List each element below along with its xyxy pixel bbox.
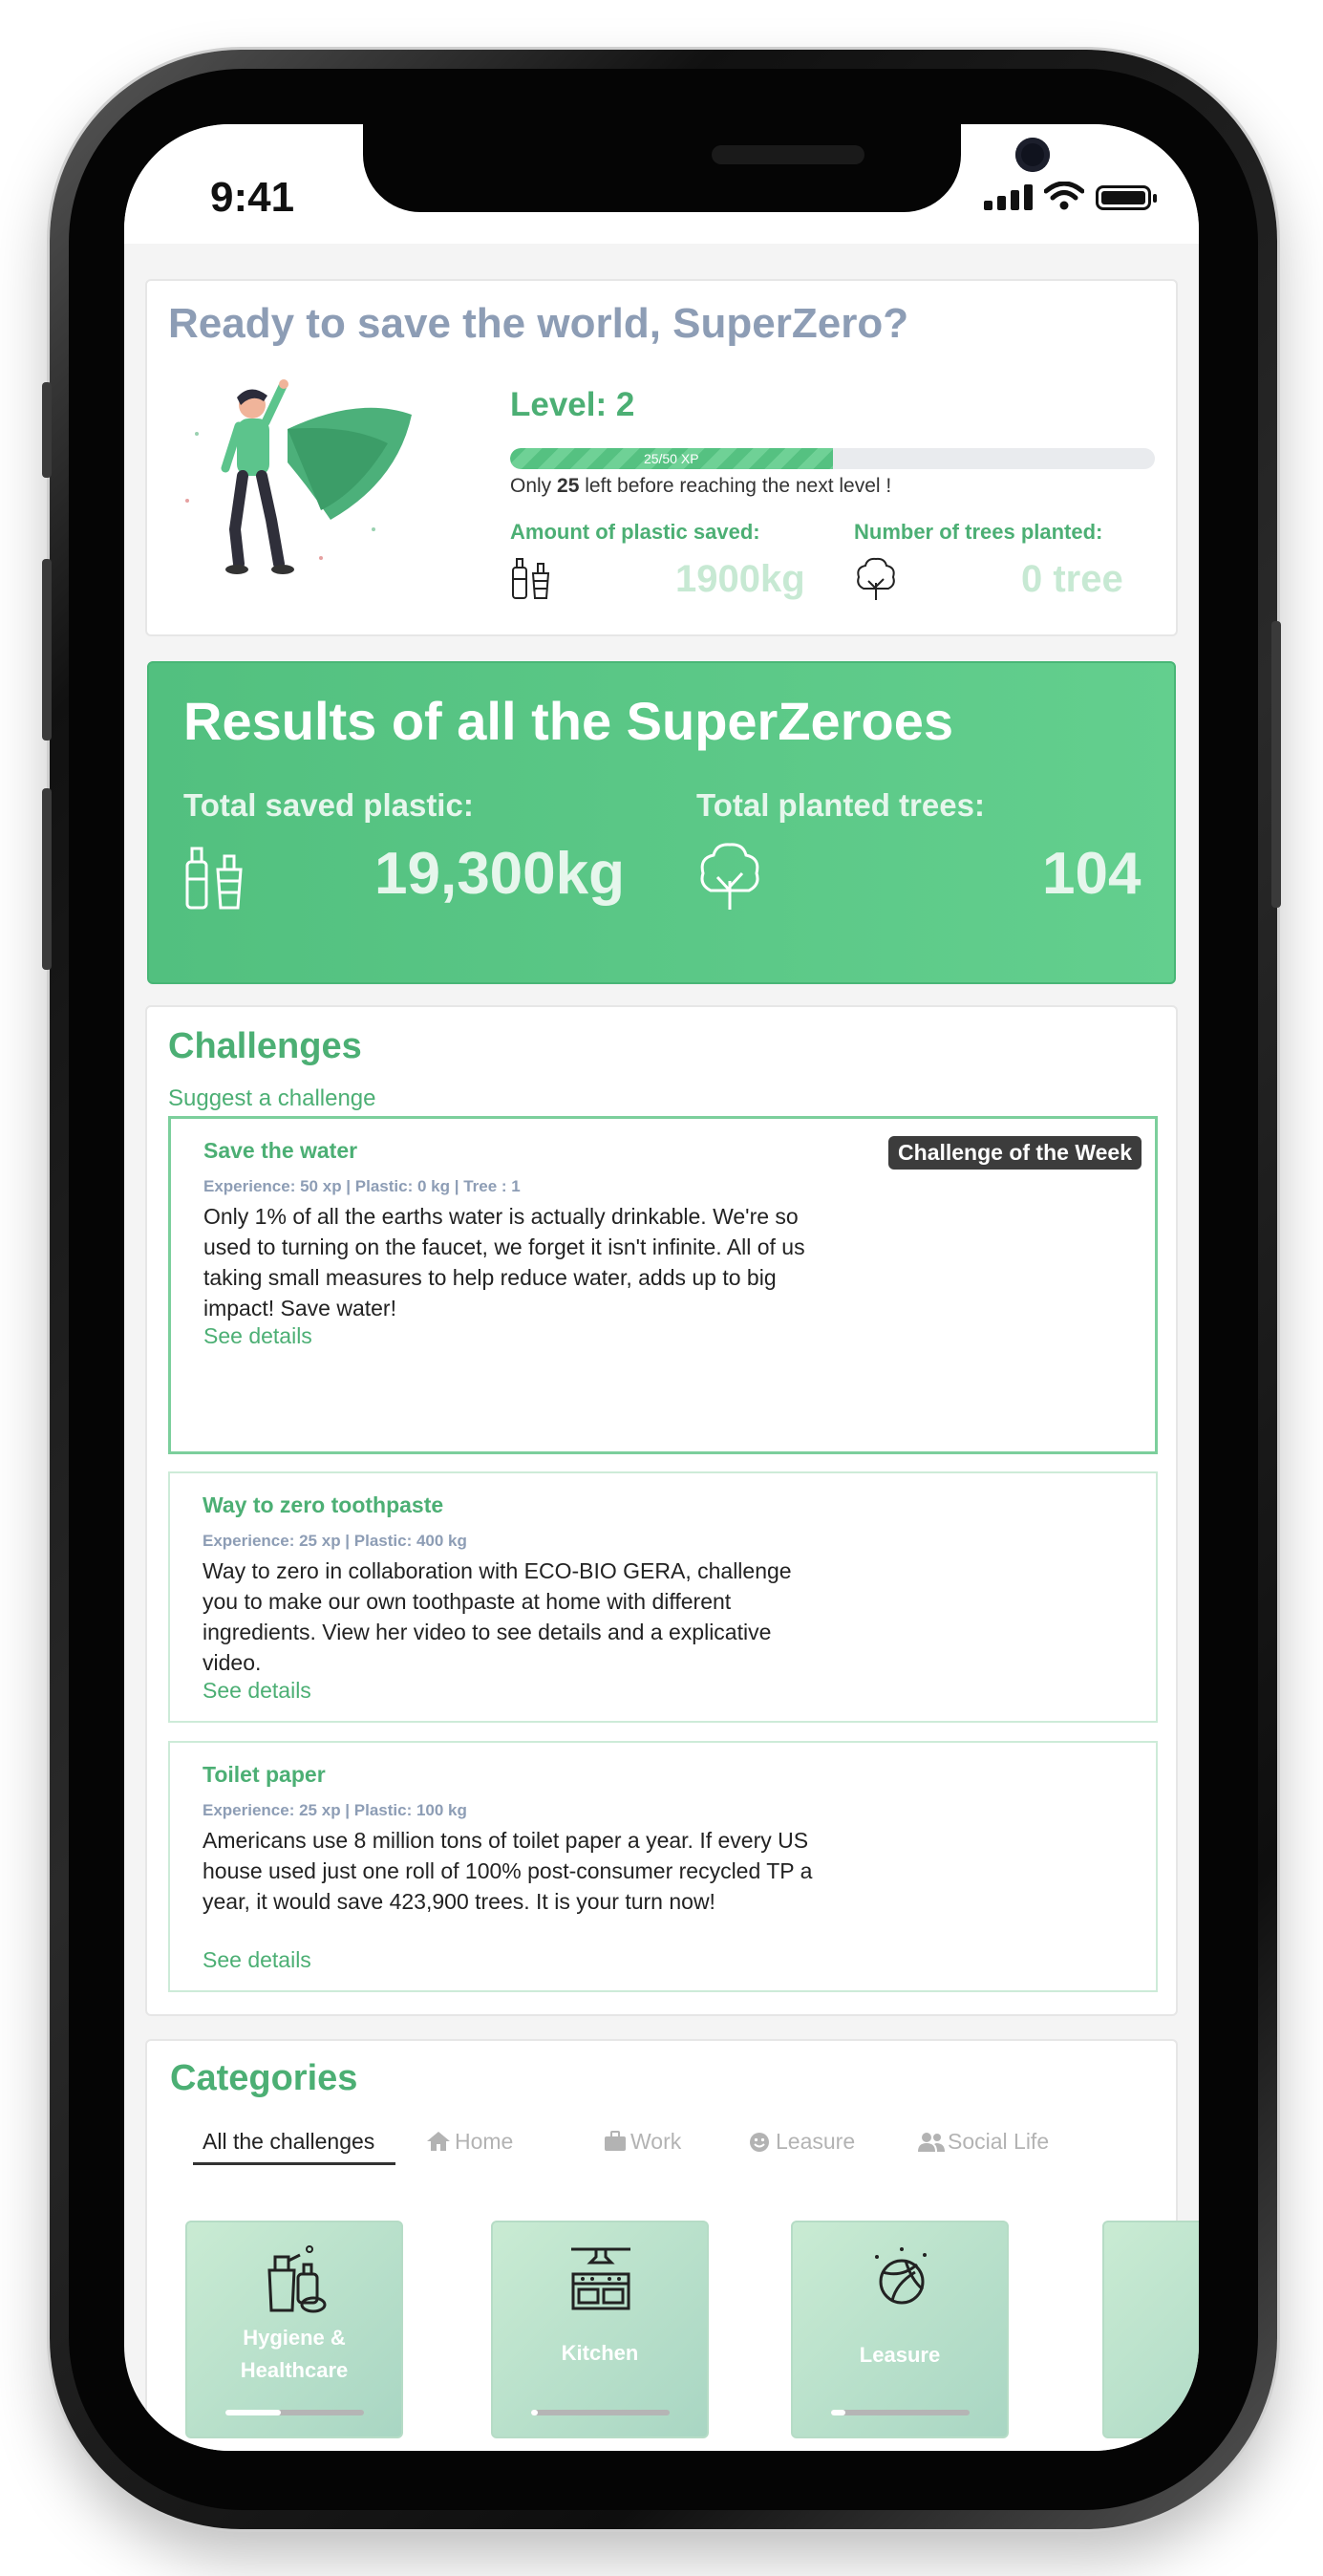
see-details-link[interactable]: See details	[203, 1323, 312, 1349]
tree-icon	[700, 843, 759, 910]
volume-up-button	[42, 559, 52, 741]
trees-planted-value: 0 tree	[1021, 558, 1123, 600]
briefcase-icon	[605, 2131, 626, 2151]
status-time: 9:41	[210, 174, 295, 221]
tab-home[interactable]: Home	[455, 2129, 513, 2155]
bottles-icon	[512, 558, 550, 599]
smile-icon	[750, 2133, 769, 2152]
status-icons	[984, 182, 1157, 210]
total-plastic-label: Total saved plastic:	[183, 787, 474, 823]
kitchen-icon	[571, 2247, 630, 2310]
tab-all-challenges[interactable]: All the challenges	[203, 2129, 374, 2155]
total-trees-label: Total planted trees:	[696, 787, 985, 823]
home-icon	[427, 2132, 450, 2151]
xp-note-suffix: left before reaching the next level !	[579, 475, 892, 497]
suggest-challenge-link[interactable]: Suggest a challenge	[168, 1085, 376, 1112]
trees-planted-label: Number of trees planted:	[854, 520, 1103, 544]
challenge-meta: Experience: 50 xp | Plastic: 0 kg | Tree…	[203, 1177, 521, 1195]
power-button	[1271, 621, 1281, 908]
category-progress	[225, 2410, 364, 2415]
wifi-icon	[1044, 182, 1084, 210]
category-progress-fill	[831, 2410, 845, 2415]
category-progress-fill	[225, 2410, 281, 2415]
screen: 9:41 Ready to save the world, SuperZero?	[124, 124, 1199, 2451]
category-progress-fill	[531, 2410, 539, 2415]
level-label: Level: 2	[510, 386, 635, 423]
superhero-illustration	[185, 379, 412, 574]
cleaning-products-icon	[267, 2245, 327, 2313]
tab-social-life[interactable]: Social Life	[948, 2129, 1049, 2155]
challenge-meta: Experience: 25 xp | Plastic: 100 kg	[203, 1801, 467, 1819]
results-title: Results of all the SuperZeroes	[183, 691, 953, 751]
category-label-line2: Healthcare	[240, 2358, 349, 2382]
challenge-meta: Experience: 25 xp | Plastic: 400 kg	[203, 1532, 467, 1550]
notch	[363, 124, 1050, 212]
challenges-title: Challenges	[168, 1026, 362, 1066]
category-label: Kitchen	[561, 2341, 639, 2365]
category-label: Leasure	[859, 2343, 941, 2367]
categories-title: Categories	[170, 2058, 358, 2098]
users-icon	[918, 2133, 945, 2152]
category-card-hygiene[interactable]: Hygiene & Healthcare	[185, 2221, 403, 2438]
see-details-link[interactable]: See details	[203, 1678, 311, 1704]
speaker	[712, 145, 864, 164]
xp-note-value: 25	[557, 475, 580, 497]
plastic-saved-label: Amount of plastic saved:	[510, 520, 760, 544]
mute-switch	[42, 382, 52, 478]
plastic-saved-value: 1900kg	[675, 558, 805, 600]
category-card-leasure[interactable]: Leasure	[791, 2221, 1009, 2438]
battery-icon	[1096, 185, 1157, 210]
challenge-description: Way to zero in collaboration with ECO-BI…	[203, 1558, 792, 1675]
challenges-card: Challenges Suggest a challenge Save the …	[145, 1005, 1178, 2016]
xp-note: Only 25 left before reaching the next le…	[510, 475, 891, 498]
tab-leasure[interactable]: Leasure	[776, 2129, 855, 2155]
challenge-title: Save the water	[203, 1138, 358, 1163]
category-progress	[531, 2410, 670, 2415]
categories-card: Categories All the challenges Home Work …	[145, 2039, 1199, 2451]
ball-icon	[875, 2247, 927, 2305]
see-details-link[interactable]: See details	[203, 1947, 311, 1973]
results-panel: Results of all the SuperZeroes Total sav…	[147, 661, 1176, 984]
category-card-partial[interactable]	[1102, 2221, 1199, 2438]
front-camera	[1015, 138, 1050, 172]
tree-icon	[857, 557, 895, 600]
challenge-description: Only 1% of all the earths water is actua…	[203, 1204, 805, 1320]
signal-icon	[984, 183, 1033, 210]
profile-card: Ready to save the world, SuperZero? Leve…	[145, 279, 1178, 636]
xp-progress-bar: 25/50 XP	[510, 448, 1155, 469]
xp-label: 25/50 XP	[643, 451, 699, 466]
xp-note-prefix: Only	[510, 475, 558, 497]
category-progress	[831, 2410, 970, 2415]
tab-work[interactable]: Work	[630, 2129, 681, 2155]
volume-down-button	[42, 788, 52, 970]
active-tab-underline	[193, 2162, 395, 2165]
challenge-title: Toilet paper	[203, 1762, 326, 1787]
challenge-title: Way to zero toothpaste	[203, 1492, 444, 1517]
greeting: Ready to save the world, SuperZero?	[168, 300, 909, 347]
category-card-kitchen[interactable]: Kitchen	[491, 2221, 709, 2438]
category-label-line1: Hygiene &	[243, 2326, 346, 2350]
challenge-card[interactable]: Toilet paper Experience: 25 xp | Plastic…	[168, 1741, 1158, 1992]
bottles-icon	[185, 847, 243, 910]
total-trees-value: 104	[1042, 841, 1142, 907]
challenge-of-week-badge: Challenge of the Week	[888, 1136, 1142, 1170]
challenge-card-featured[interactable]: Save the water Challenge of the Week Exp…	[168, 1116, 1158, 1454]
challenge-description: Americans use 8 million tons of toilet p…	[203, 1828, 813, 1914]
total-plastic-value: 19,300kg	[374, 841, 625, 907]
challenge-card[interactable]: Way to zero toothpaste Experience: 25 xp…	[168, 1471, 1158, 1723]
